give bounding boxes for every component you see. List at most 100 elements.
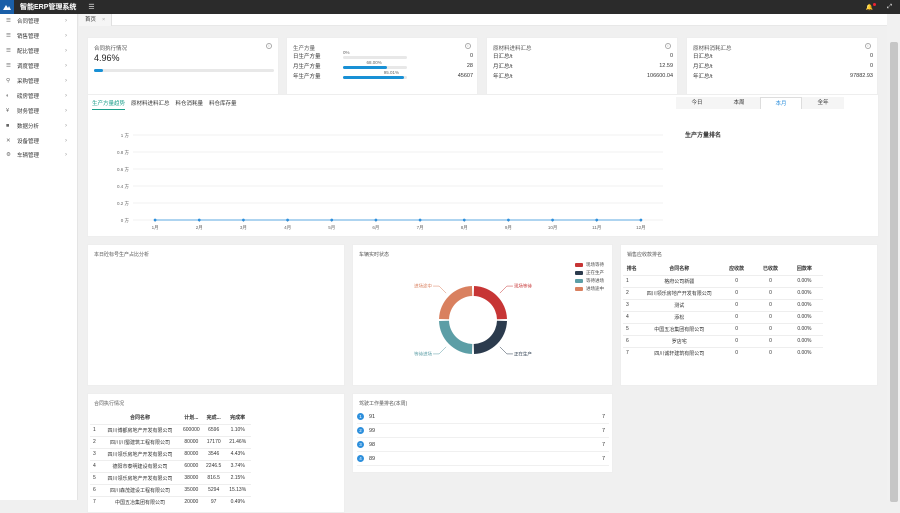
sidebar-item-6[interactable]: ¥ 财务管理 ›	[0, 103, 77, 118]
chevron-right-icon: ›	[65, 33, 67, 40]
trend-tab-3[interactable]: 料仓库存量	[209, 99, 237, 110]
data-point[interactable]	[507, 218, 510, 222]
period-tab-1[interactable]: 本周	[718, 97, 760, 109]
info-icon[interactable]: i	[665, 43, 671, 49]
driver-rank-row[interactable]: 4 89 7	[357, 452, 609, 466]
data-point[interactable]	[330, 218, 334, 222]
driver-rank-row[interactable]: 1 91 7	[357, 410, 609, 424]
column-header[interactable]: 合同名称	[641, 263, 719, 275]
trend-tab-2[interactable]: 料仓消耗量	[176, 99, 204, 110]
scrollbar[interactable]	[887, 14, 900, 502]
chevron-right-icon: ›	[65, 48, 67, 55]
sidebar-item-4[interactable]: ⚲ 采购管理 ›	[0, 74, 77, 89]
table-row[interactable]: 7 中国五冶集团有限公司 20000 97 0.49%	[90, 496, 251, 508]
table-row[interactable]: 6 四川森茂建设工程有限公司 35000 5294 15.13%	[90, 484, 251, 496]
sidebar-item-5[interactable]: ◐ 磅房管理 ›	[0, 88, 77, 103]
fullscreen-icon[interactable]: ⤢	[887, 4, 892, 11]
table-row[interactable]: 5 中国五冶集团有限公司 0 0 0.00%	[623, 323, 823, 335]
slice-label: 等待进场	[414, 350, 432, 357]
sidebar-item-9[interactable]: ⚙ 车辆管理 ›	[0, 148, 77, 163]
table-row[interactable]: 1 格府公司新疆 0 0 0.00%	[623, 275, 823, 287]
data-point[interactable]	[374, 218, 378, 222]
sidebar-item-7[interactable]: ■ 数据分析 ›	[0, 118, 77, 133]
period-tab-0[interactable]: 今日	[676, 97, 718, 109]
vehicle-legend: 现场等待正在生产 等待进场 进场途中	[575, 261, 604, 293]
chevron-right-icon: ›	[65, 78, 67, 84]
column-header[interactable]: 合同名称	[100, 412, 180, 424]
table-row[interactable]: 6 罗店宅 0 0 0.00%	[623, 335, 823, 347]
column-header[interactable]: 应收款	[718, 263, 755, 275]
table-row[interactable]: 5 四川领乐房地产开发有限公司 38000 816.5 2.15%	[90, 472, 251, 484]
legend-item[interactable]: 现场等待	[575, 261, 604, 269]
info-icon[interactable]: i	[465, 43, 471, 49]
table-row[interactable]: 2 四川川蜀建筑工程有限公司 80000 17170 21.46%	[90, 436, 251, 448]
data-point[interactable]	[595, 218, 599, 222]
period-tab-2[interactable]: 本月	[760, 97, 802, 109]
column-header[interactable]: 回款率	[786, 263, 823, 275]
data-point[interactable]	[242, 218, 245, 222]
data-point[interactable]	[197, 218, 201, 222]
legend-item[interactable]: 等待进场	[575, 277, 604, 285]
info-icon[interactable]: i	[266, 43, 272, 49]
table-row[interactable]: 4 添松 0 0 0.00%	[623, 311, 823, 323]
menu-icon: ⚙	[6, 152, 11, 159]
legend-item[interactable]: 正在生产	[575, 269, 604, 277]
table-row[interactable]: 4 德阳市泰明建设有限公司 60000 2246.5 3.74%	[90, 460, 251, 472]
material-in-rows: 日汇总/t 0 月汇总/t 12.59 年汇总/t 106600.04	[493, 51, 673, 81]
trend-tab-0[interactable]: 生产方量趋势	[92, 99, 126, 110]
sidebar-item-label: 设备管理	[17, 138, 40, 145]
column-header[interactable]: 完成...	[203, 412, 225, 424]
data-point[interactable]	[639, 218, 643, 222]
table-cell: 0.49%	[230, 499, 245, 506]
production-card: 生产方量 i 日生产方量 0% 0 月生产方量 68.00% 28 年生产方量 95.01% 4…	[286, 37, 478, 99]
column-header[interactable]: 完成率	[225, 412, 251, 424]
material-in-card: 原材料进料汇总 i 日汇总/t 0 月汇总/t 12.59 年汇总/t 106600.04	[486, 37, 678, 99]
x-tick-label: 7月	[417, 225, 424, 231]
table-cell: 7	[626, 350, 629, 357]
table-row[interactable]: 3 四川领乐房地产开发有限公司 80000 3546 4.43%	[90, 448, 251, 460]
table-cell: 0	[769, 338, 772, 344]
production-pct: 0%	[343, 50, 350, 55]
sidebar-item-1[interactable]: ☰ 销售管理 ›	[0, 29, 77, 44]
data-point[interactable]	[153, 218, 157, 222]
scrollbar-thumb[interactable]	[890, 42, 898, 502]
table-cell: 21.46%	[229, 439, 247, 445]
driver-rank-row[interactable]: 3 98 7	[357, 438, 609, 452]
bell-icon[interactable]: 🔔	[866, 2, 877, 11]
sidebar-item-3[interactable]: ☰ 调度管理 ›	[0, 59, 77, 74]
data-point[interactable]	[286, 218, 289, 222]
column-header[interactable]: 已收款	[755, 263, 786, 275]
logo[interactable]	[0, 0, 14, 14]
sidebar-item-2[interactable]: ☰ 配比管理 ›	[0, 44, 77, 59]
legend-swatch	[575, 287, 583, 291]
table-cell: 4.43%	[230, 451, 245, 457]
table-cell: 测试	[674, 302, 685, 309]
sidebar-item-8[interactable]: ✕ 设备管理 ›	[0, 133, 77, 148]
table-row[interactable]: 2 四川领乐房地产开发有限公司 0 0 0.00%	[623, 287, 823, 299]
period-tab-3[interactable]: 全年	[802, 97, 844, 109]
data-point[interactable]	[462, 218, 466, 222]
summary-value: 97882.93	[850, 73, 873, 79]
table-row[interactable]: 1 四川博都房地产开发有限公司 600000 6596 1.10%	[90, 424, 251, 436]
column-header[interactable]	[90, 412, 100, 424]
production-label: 日生产方量	[293, 54, 321, 60]
table-row[interactable]: 7 四川诚轩建筑有限公司 0 0 0.00%	[623, 347, 823, 359]
driver-count: 7	[601, 413, 605, 420]
data-point[interactable]	[418, 218, 422, 222]
driver-name: 91	[369, 413, 376, 420]
column-header[interactable]: 计划...	[180, 412, 203, 424]
data-point[interactable]	[551, 218, 554, 222]
sidebar-item-0[interactable]: ☰ 合同管理 ›	[0, 14, 77, 29]
driver-rank-row[interactable]: 2 99 7	[357, 424, 609, 438]
info-icon[interactable]: i	[865, 43, 871, 49]
legend-label: 现场等待	[586, 262, 604, 267]
column-header[interactable]: 排名	[623, 263, 641, 275]
table-cell: 0.00%	[797, 290, 812, 296]
hamburger-icon[interactable]: ☰	[88, 3, 94, 11]
close-icon[interactable]: ×	[102, 17, 105, 23]
sidebar-item-label: 采购管理	[17, 79, 40, 85]
table-row[interactable]: 3 测试 0 0 0.00%	[623, 299, 823, 311]
tab-home[interactable]: 首页 ×	[79, 13, 113, 26]
trend-tab-1[interactable]: 原材料进料汇总	[131, 99, 170, 110]
legend-item[interactable]: 进场途中	[575, 285, 604, 293]
